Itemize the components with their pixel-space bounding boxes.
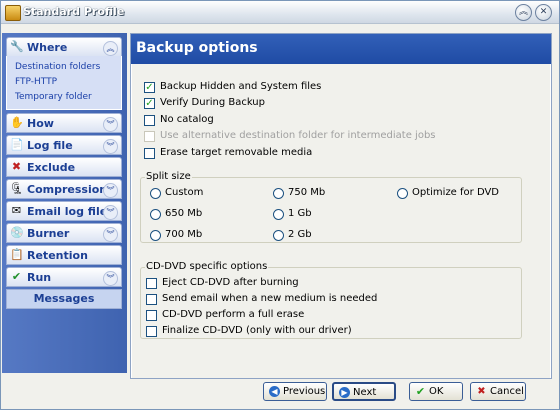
radio-650mb[interactable]: [150, 209, 161, 220]
check-icon: ✔: [11, 270, 22, 283]
split-size-title: Split size: [145, 171, 192, 182]
checkbox[interactable]: [146, 278, 157, 289]
checkbox-disabled: [144, 131, 155, 142]
cddvd-title: CD-DVD specific options: [145, 261, 269, 272]
panel-body: ✓ Backup Hidden and System files ✓ Verif…: [132, 64, 550, 378]
previous-button[interactable]: ◀ Previous: [263, 382, 327, 401]
panel-header: Backup options: [131, 34, 551, 64]
sidebar-group-label: Retention: [27, 249, 88, 262]
checkbox[interactable]: [146, 294, 157, 305]
sidebar-group-label: Email log file: [27, 205, 108, 218]
option-label: Verify During Backup: [160, 97, 265, 108]
option-label: Backup Hidden and System files: [160, 81, 322, 92]
wrench-icon: 🔧: [10, 40, 24, 53]
checkbox[interactable]: [146, 326, 157, 337]
check-icon: ✔: [415, 385, 426, 398]
option-label: Finalize CD-DVD (only with our driver): [162, 325, 352, 336]
close-button[interactable]: ✕: [535, 4, 552, 21]
sidebar-group-label: Burner: [27, 227, 70, 240]
window-title: Standard Profile: [23, 5, 125, 18]
radio-2gb[interactable]: [273, 230, 284, 241]
option-label: Send email when a new medium is needed: [162, 293, 378, 304]
chevron-down-icon[interactable]: ︾: [103, 183, 118, 198]
radio-1gb[interactable]: [273, 209, 284, 220]
radio-label-2gb: 2 Gb: [288, 229, 312, 240]
checkbox-checked[interactable]: ✓: [144, 98, 155, 109]
radio-label-650mb: 650 Mb: [165, 208, 203, 219]
sidebar-group-label: Run: [27, 271, 52, 284]
radio-label-1gb: 1 Gb: [288, 208, 312, 219]
chevron-up-icon[interactable]: ︽: [103, 41, 118, 56]
radio-label-custom: Custom: [165, 187, 204, 198]
option-label: Erase target removable media: [160, 147, 313, 158]
hand-icon: ✋: [10, 116, 24, 129]
sidebar-group-retention[interactable]: 📋 Retention: [6, 245, 122, 265]
sidebar: 🔧 Where ︽ Destination folders FTP-HTTP T…: [2, 33, 127, 373]
option-label: CD-DVD perform a full erase: [162, 309, 305, 320]
sidebar-link-ftp-http[interactable]: FTP-HTTP: [15, 77, 57, 87]
checkbox[interactable]: [144, 148, 155, 159]
envelope-icon: ✉: [11, 204, 22, 217]
sidebar-group-email-log-file[interactable]: ✉ Email log file ︾: [6, 201, 122, 221]
ok-button[interactable]: ✔ OK: [409, 382, 463, 401]
cancel-label: Cancel: [490, 386, 524, 397]
sidebar-group-run[interactable]: ✔ Run ︾: [6, 267, 122, 287]
retention-icon: 📋: [10, 248, 24, 261]
option-label: Use alternative destination folder for i…: [160, 130, 436, 141]
sidebar-group-log-file[interactable]: 📄 Log file ︾: [6, 135, 122, 155]
chevron-down-icon[interactable]: ︾: [103, 139, 118, 154]
main-panel: Backup options ✓ Backup Hidden and Syste…: [130, 33, 552, 379]
sidebar-panel-where: Destination folders FTP-HTTP Temporary f…: [6, 56, 122, 110]
checkbox-checked[interactable]: ✓: [144, 82, 155, 93]
radio-custom[interactable]: [150, 188, 161, 199]
next-button[interactable]: ▶ Next: [332, 382, 396, 401]
radio-label-optimize-dvd: Optimize for DVD: [412, 187, 500, 198]
cancel-button[interactable]: ✖ Cancel: [470, 382, 526, 401]
sidebar-group-label: Where: [27, 41, 68, 54]
sidebar-messages[interactable]: Messages: [6, 289, 122, 309]
sidebar-group-exclude[interactable]: ✖ Exclude: [6, 157, 122, 177]
sidebar-group-where[interactable]: 🔧 Where ︽: [6, 37, 122, 57]
checkbox[interactable]: [146, 310, 157, 321]
split-size-group: Split size Custom 750 Mb Optimize for DV…: [140, 171, 522, 243]
radio-750mb[interactable]: [273, 188, 284, 199]
page-title: Backup options: [136, 40, 258, 56]
cancel-icon: ✖: [477, 386, 486, 397]
arrow-left-icon: ◀: [269, 386, 280, 397]
collapse-button[interactable]: ︽: [515, 4, 532, 21]
sidebar-link-temporary-folder[interactable]: Temporary folder: [15, 92, 92, 102]
sidebar-group-label: Exclude: [27, 161, 76, 174]
chevron-down-icon[interactable]: ︾: [103, 227, 118, 242]
radio-label-700mb: 700 Mb: [165, 229, 203, 240]
option-label: No catalog: [160, 114, 214, 125]
radio-optimize-dvd[interactable]: [397, 188, 408, 199]
sidebar-group-how[interactable]: ✋ How ︾: [6, 113, 122, 133]
sidebar-group-label: Log file: [27, 139, 73, 152]
option-label: Eject CD-DVD after burning: [162, 277, 299, 288]
previous-label: Previous: [283, 386, 326, 397]
chevron-down-icon[interactable]: ︾: [103, 271, 118, 286]
cddvd-options-group: CD-DVD specific options Eject CD-DVD aft…: [140, 261, 522, 339]
sidebar-group-label: Compression: [27, 183, 108, 196]
app-icon: [5, 5, 21, 21]
checkbox[interactable]: [144, 115, 155, 126]
chevron-down-icon[interactable]: ︾: [103, 205, 118, 220]
sidebar-link-destination-folders[interactable]: Destination folders: [15, 62, 100, 72]
next-label: Next: [353, 387, 377, 398]
sidebar-group-label: How: [27, 117, 54, 130]
ok-label: OK: [429, 386, 444, 397]
compress-icon: 🗜: [10, 182, 24, 195]
title-bar: Standard Profile ︽ ✕: [1, 1, 559, 24]
document-icon: 📄: [10, 138, 24, 151]
arrow-right-icon: ▶: [339, 387, 350, 398]
sidebar-group-burner[interactable]: 💿 Burner ︾: [6, 223, 122, 243]
x-icon: ✖: [11, 160, 22, 173]
radio-label-750mb: 750 Mb: [288, 187, 326, 198]
sidebar-group-compression[interactable]: 🗜 Compression ︾: [6, 179, 122, 199]
burner-icon: 💿: [10, 226, 24, 239]
radio-700mb[interactable]: [150, 230, 161, 241]
chevron-down-icon[interactable]: ︾: [103, 117, 118, 132]
